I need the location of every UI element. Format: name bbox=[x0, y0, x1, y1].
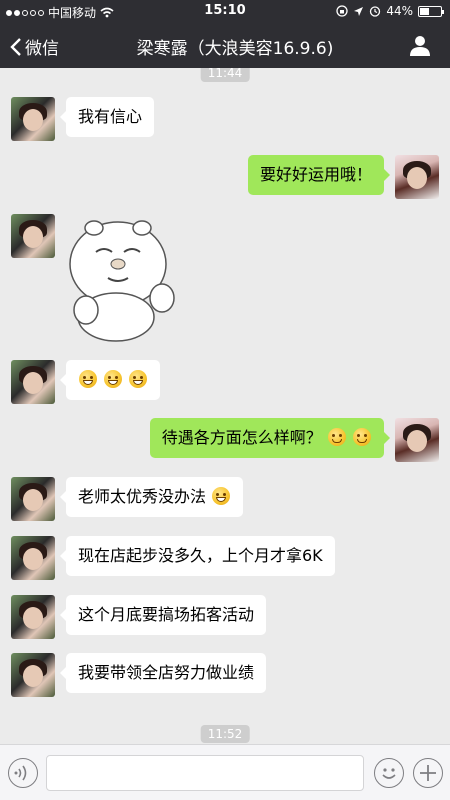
message-bubble[interactable]: 现在店起步没多久，上个月才拿6K bbox=[60, 536, 335, 576]
friend-avatar[interactable] bbox=[11, 653, 55, 697]
my-avatar[interactable] bbox=[395, 418, 439, 462]
friend-avatar[interactable] bbox=[11, 214, 55, 258]
plus-icon bbox=[420, 765, 436, 781]
emoji-button[interactable] bbox=[374, 758, 404, 788]
plus-button[interactable] bbox=[413, 758, 443, 788]
chat-area[interactable]: 11:44 我有信心 要好好运用哦！ 待遇各方面怎么样啊？ 老师太优秀没办法 现… bbox=[0, 68, 450, 744]
message-bubble[interactable]: 我有信心 bbox=[59, 97, 155, 137]
smile-emoji-icon bbox=[327, 428, 346, 446]
friend-avatar[interactable] bbox=[11, 595, 55, 639]
message-input[interactable] bbox=[46, 755, 364, 791]
rotation-lock-icon bbox=[336, 5, 348, 17]
emoji-icon bbox=[382, 768, 396, 779]
my-avatar[interactable] bbox=[395, 155, 439, 199]
back-label: 微信 bbox=[25, 39, 59, 59]
grin-emoji-icon bbox=[104, 370, 123, 388]
teeth-emoji-icon bbox=[212, 487, 231, 505]
message-bubble[interactable]: 待遇各方面怎么样啊？ bbox=[149, 418, 391, 458]
timestamp: 11:44 bbox=[200, 68, 250, 82]
voice-icon bbox=[14, 765, 27, 781]
message-bubble[interactable]: 我要带领全店努力做业绩 bbox=[59, 653, 267, 693]
friend-avatar[interactable] bbox=[11, 360, 55, 404]
navigation-bar: 微信 梁寒露（大浪美容16.9.6) bbox=[0, 22, 450, 68]
person-icon[interactable] bbox=[408, 33, 432, 57]
message-bubble[interactable]: 老师太优秀没办法 bbox=[59, 477, 244, 517]
location-arrow-icon bbox=[354, 6, 364, 16]
smile-emoji-icon bbox=[353, 428, 371, 446]
friend-avatar[interactable] bbox=[11, 477, 55, 521]
voice-button[interactable] bbox=[8, 758, 38, 788]
status-bar: 中国移动 15:10 44% bbox=[0, 0, 450, 22]
friend-avatar[interactable] bbox=[11, 536, 55, 580]
chat-title: 梁寒露（大浪美容16.9.6) bbox=[136, 39, 334, 59]
back-button[interactable]: 微信 bbox=[10, 34, 59, 59]
message-bubble[interactable] bbox=[59, 360, 161, 400]
alarm-icon bbox=[370, 6, 381, 17]
friend-avatar[interactable] bbox=[11, 97, 55, 141]
message-bubble[interactable]: 要好好运用哦！ bbox=[247, 155, 391, 195]
grin-emoji-icon bbox=[79, 370, 97, 388]
cartoon-sticker[interactable] bbox=[66, 212, 186, 342]
message-bubble[interactable]: 这个月底要搞场拓客活动 bbox=[59, 595, 267, 635]
battery-icon bbox=[418, 5, 444, 17]
chevron-left-icon bbox=[10, 37, 21, 56]
grin-emoji-icon bbox=[129, 370, 148, 388]
battery-percent: 44% bbox=[386, 4, 413, 18]
timestamp: 11:52 bbox=[200, 725, 250, 743]
input-bar bbox=[0, 744, 450, 800]
